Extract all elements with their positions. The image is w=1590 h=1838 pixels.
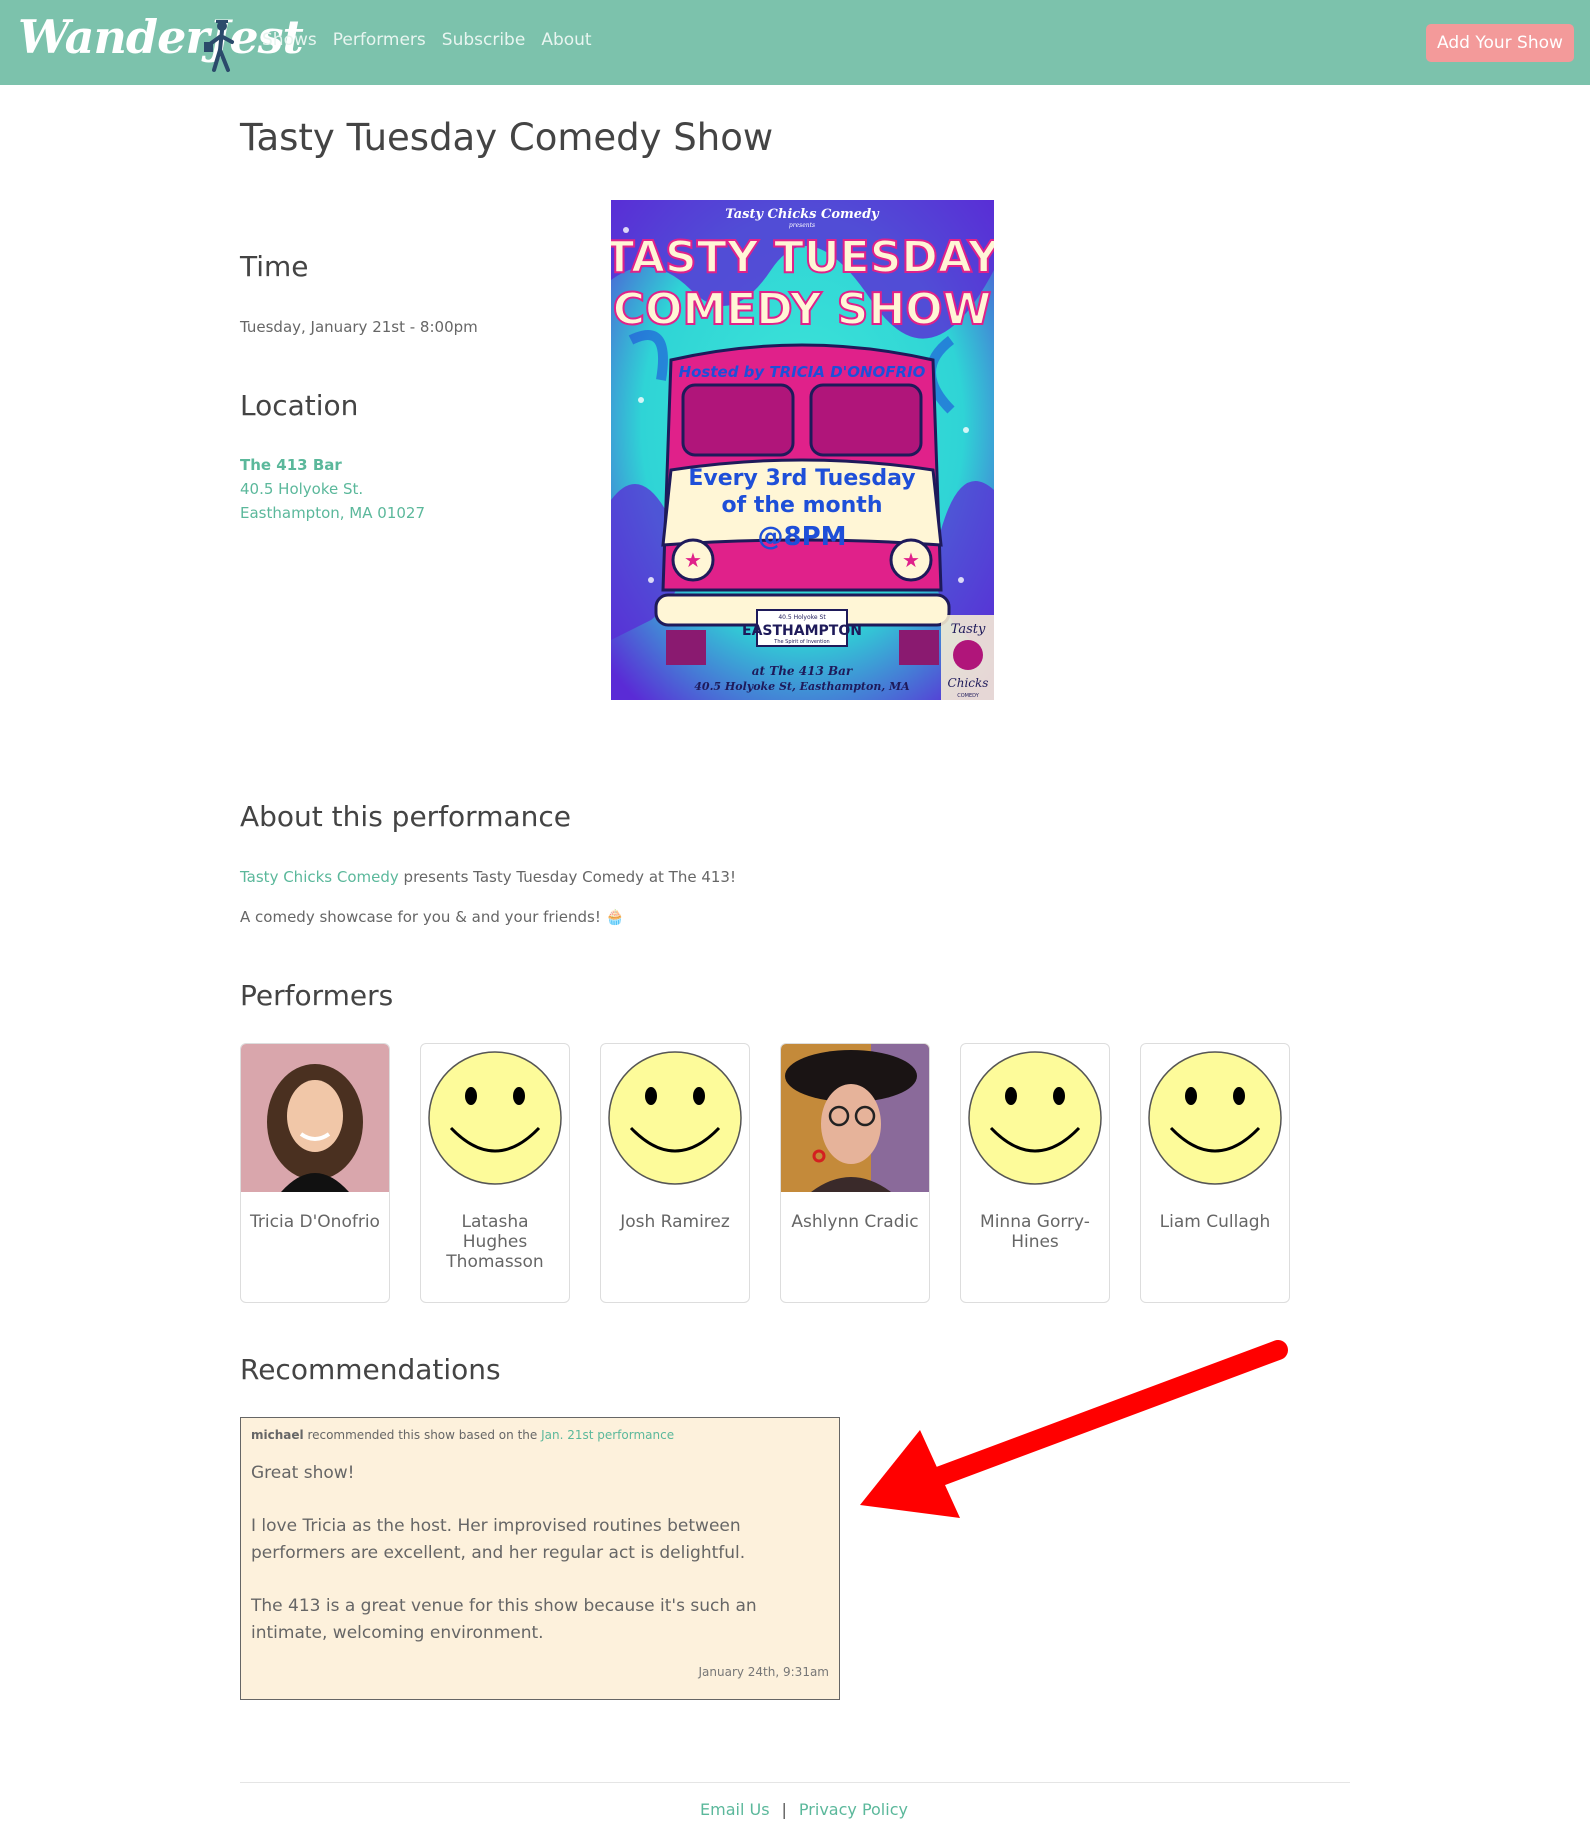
smiley-avatar-icon [608,1051,742,1185]
presenter-link[interactable]: Tasty Chicks Comedy [240,868,399,886]
poster-presents: presents [789,222,815,229]
smiley-avatar-icon [428,1051,562,1185]
svg-text:★: ★ [902,548,920,572]
page-title: Tasty Tuesday Comedy Show [240,116,774,159]
poster-plate-top: 40.5 Holyoke St [778,614,826,621]
venue-address: The 413 Bar [240,456,342,474]
venue-name-link[interactable]: The 413 Bar [240,456,342,474]
performer-card-ashlynn[interactable]: Ashlynn Cradic [780,1043,930,1303]
poster-badge-line1: Tasty [951,622,986,637]
svg-text:★: ★ [684,548,702,572]
recommendation-paragraph: I love Tricia as the host. Her improvise… [251,1516,746,1563]
performer-card-minna[interactable]: Minna Gorry-Hines [960,1043,1110,1303]
smiley-avatar-icon [968,1051,1102,1185]
top-navbar: WanderJest Shows Performers Subscribe Ab… [0,0,1590,85]
performer-card-latasha[interactable]: Latasha Hughes Thomasson [420,1043,570,1303]
poster-presenter: Tasty Chicks Comedy [725,207,880,222]
performer-name: Tricia D'Onofrio [250,1212,380,1232]
poster-plate-city: EASTHAMPTON [742,623,862,639]
recommendation-paragraph: The 413 is a great venue for this show b… [251,1596,757,1643]
performers-heading: Performers [240,979,394,1012]
location-heading: Location [240,389,359,422]
footer-divider [240,1782,1350,1783]
poster-schedule-line1: Every 3rd Tuesday [688,466,915,491]
nav-link-subscribe[interactable]: Subscribe [442,30,526,50]
nav-link-shows[interactable]: Shows [262,30,317,50]
performer-name: Ashlynn Cradic [791,1212,919,1232]
recommendation-card: michael recommended this show based on t… [240,1417,840,1700]
poster-badge-line3: COMEDY [957,693,979,699]
recommender-name[interactable]: michael [251,1428,304,1442]
poster-title-line1: TASTY TUESDAY [611,232,994,283]
about-line-1-text: presents Tasty Tuesday Comedy at The 413… [398,868,736,886]
nav-links: Shows Performers Subscribe About [262,30,592,50]
poster-schedule-line3: @8PM [757,522,846,552]
address-line-2[interactable]: Easthampton, MA 01027 [240,504,425,522]
performer-name: Liam Cullagh [1159,1212,1271,1232]
email-us-link[interactable]: Email Us [700,1800,770,1819]
smiley-avatar-icon [1148,1051,1282,1185]
brand-name: WanderJest [18,10,304,64]
red-arrow-annotation [860,1340,1288,1518]
privacy-policy-link[interactable]: Privacy Policy [799,1800,908,1819]
address-line-1[interactable]: 40.5 Holyoke St. [240,480,363,498]
show-poster-image: Tasty Chicks Comedy presents TASTY TUESD… [611,200,994,700]
time-heading: Time [240,250,309,283]
wanderjest-logo[interactable]: WanderJest [18,10,304,78]
recommendations-heading: Recommendations [240,1353,501,1386]
poster-venue-line1: at The 413 Bar [752,664,854,678]
performer-photo [781,1044,929,1192]
about-line-2: A comedy showcase for you & and your fri… [240,908,625,926]
poster-plate-bottom: The Spirit of Invention [773,639,829,645]
poster-venue-line2: 40.5 Holyoke St, Easthampton, MA [694,680,910,693]
nav-link-about[interactable]: About [541,30,591,50]
about-heading: About this performance [240,800,571,833]
performance-link[interactable]: Jan. 21st performance [541,1428,674,1442]
recommendation-meta-text: recommended this show based on the [303,1428,542,1442]
recommendation-paragraph: Great show! [251,1463,355,1483]
recommendation-meta: michael recommended this show based on t… [251,1428,674,1442]
about-line-1: Tasty Chicks Comedy presents Tasty Tuesd… [240,868,736,886]
footer: Email Us | Privacy Policy [700,1800,908,1819]
footer-separator: | [781,1800,787,1819]
performer-card-liam[interactable]: Liam Cullagh [1140,1043,1290,1303]
performer-name: Josh Ramirez [620,1212,730,1232]
poster-title-line2: COMEDY SHOW [613,284,992,335]
performer-photo [241,1044,389,1192]
performer-card-tricia[interactable]: Tricia D'Onofrio [240,1043,390,1303]
add-your-show-button[interactable]: Add Your Show [1426,24,1574,62]
performer-name: Latasha Hughes Thomasson [446,1212,544,1272]
recommendation-date: January 24th, 9:31am [698,1665,829,1679]
wanderer-icon [204,20,234,72]
show-time: Tuesday, January 21st - 8:00pm [240,318,478,336]
recommendation-body: Great show! I love Tricia as the host. H… [251,1460,831,1673]
poster-host: Hosted by TRICIA D'ONOFRIO [679,363,926,381]
performer-name: Minna Gorry-Hines [980,1212,1090,1252]
performer-card-josh[interactable]: Josh Ramirez [600,1043,750,1303]
poster-schedule-line2: of the month [722,493,883,518]
poster-badge-line2: Chicks [948,676,989,690]
nav-link-performers[interactable]: Performers [333,30,426,50]
